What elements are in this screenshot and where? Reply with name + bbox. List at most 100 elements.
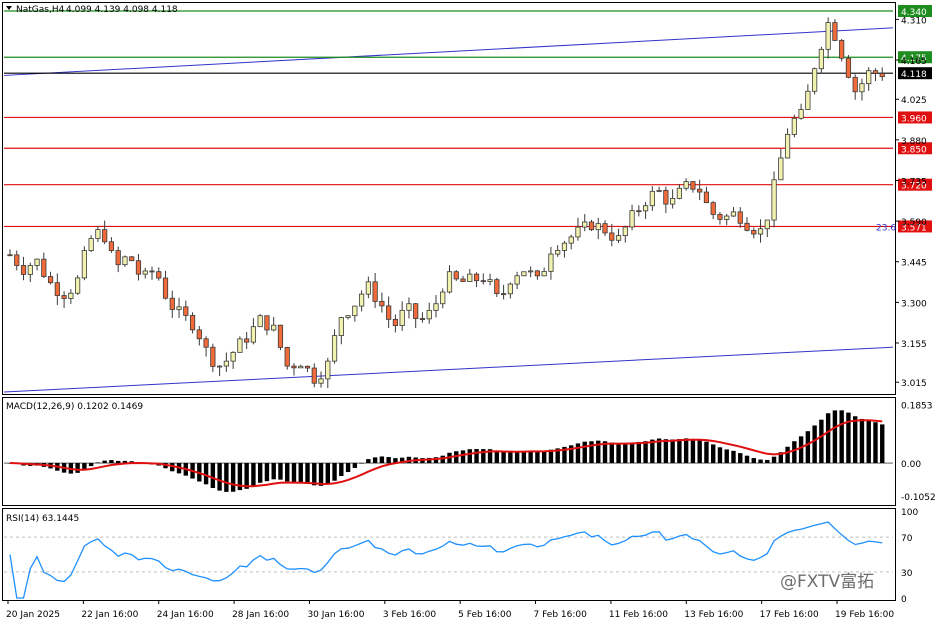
macd-bar	[541, 451, 547, 464]
candle-body	[690, 181, 696, 190]
candle-body	[81, 250, 87, 279]
candle-body	[453, 271, 459, 280]
macd-bar	[312, 463, 317, 486]
candle-body	[440, 291, 446, 305]
candle-body	[764, 219, 770, 230]
macd-bar	[244, 463, 249, 489]
candle-body	[460, 278, 466, 282]
rsi-label: RSI(14) 63.1445	[6, 514, 79, 524]
candle-body	[331, 335, 338, 362]
candle-body	[791, 117, 797, 135]
macd-bar	[677, 439, 682, 464]
macd-bar	[514, 451, 520, 464]
x-tick-label: 3 Feb 16:00	[383, 610, 437, 620]
candle-body	[582, 221, 588, 228]
macd-tick-label: -0.1052	[901, 493, 936, 503]
candle-body	[135, 260, 142, 275]
candle-body	[622, 226, 628, 237]
macd-bar	[345, 463, 351, 473]
candle-body	[771, 179, 777, 221]
candle-body	[210, 346, 216, 367]
y-tick-label: 3.590	[901, 218, 927, 228]
macd-bar	[812, 425, 817, 464]
macd-bar	[460, 450, 466, 464]
candle-body	[75, 277, 81, 294]
macd-bar	[217, 463, 222, 491]
chart-canvas: 23.6 4.3404.1754.1183.9603.8503.7203.571…	[2, 2, 936, 620]
candle-body	[230, 351, 236, 362]
macd-bar	[616, 443, 621, 464]
macd-bar	[386, 457, 391, 464]
candle-body	[629, 210, 635, 228]
candle-body	[41, 258, 47, 277]
candle-body	[108, 241, 115, 251]
macd-bar	[636, 441, 642, 464]
macd-bar	[805, 431, 811, 464]
macd-bar	[318, 463, 324, 486]
candle-body	[156, 271, 162, 279]
candle-body	[528, 270, 534, 273]
candle-body	[102, 229, 108, 243]
x-tick-label: 13 Feb 16:00	[684, 610, 743, 620]
candle-body	[663, 189, 669, 205]
y-tick-label: 4.310	[901, 16, 927, 26]
macd-bar	[765, 459, 770, 464]
macd-bar	[758, 459, 763, 464]
candle-body	[784, 133, 791, 159]
candle-body	[392, 318, 399, 326]
macd-bar	[846, 412, 851, 464]
macd-bar	[521, 451, 527, 464]
y-tick-label: 4.025	[901, 96, 927, 106]
candle-body	[372, 281, 378, 302]
macd-bar	[224, 463, 229, 492]
candle-body	[751, 230, 757, 235]
macd-bar	[711, 444, 716, 464]
candle-body	[615, 235, 622, 241]
candle-body	[724, 215, 730, 220]
candle-body	[670, 198, 676, 205]
macd-bar	[528, 450, 533, 464]
macd-bar	[798, 436, 804, 464]
macd-bar	[859, 418, 865, 464]
candle-body	[271, 324, 277, 331]
candle-body	[189, 315, 196, 331]
candle-body	[710, 202, 716, 215]
x-tick-label: 19 Feb 16:00	[835, 610, 894, 620]
candle-body	[730, 211, 737, 217]
candle-body	[595, 223, 601, 231]
candle-body	[47, 276, 54, 284]
candle-body	[14, 254, 20, 266]
candle-body	[778, 157, 784, 181]
candle-body	[872, 70, 879, 74]
x-tick-label: 5 Feb 16:00	[458, 610, 512, 620]
y-tick-label: 3.880	[901, 137, 927, 147]
candle-body	[500, 293, 507, 296]
candle-body	[20, 265, 27, 275]
watermark: @FXTV富拓	[780, 572, 874, 592]
candle-body	[757, 228, 764, 235]
candle-body	[223, 360, 229, 367]
macd-bar	[372, 457, 378, 464]
candle-body	[142, 270, 148, 275]
candle-body	[433, 303, 439, 311]
candle-body	[291, 365, 297, 369]
candle-body	[541, 270, 547, 277]
macd-bar	[575, 443, 581, 464]
macd-bar	[832, 410, 838, 464]
ohlc-readout: 4.099 4.139 4.098 4.118	[66, 5, 178, 15]
candle-body	[264, 315, 270, 331]
candle-body	[676, 187, 682, 199]
macd-bar	[508, 452, 513, 464]
rsi-tick-label: 100	[901, 508, 918, 518]
candle-body	[196, 329, 202, 340]
macd-bar	[332, 463, 337, 481]
candle-body	[149, 270, 155, 273]
candle-body	[183, 306, 189, 316]
macd-bar	[95, 462, 101, 464]
symbol-label: NatGas,H4	[16, 5, 65, 15]
macd-bar	[298, 463, 303, 484]
macd-bar	[629, 442, 635, 464]
macd-bar	[731, 450, 736, 464]
macd-bar	[792, 441, 797, 464]
candle-body	[812, 68, 818, 92]
